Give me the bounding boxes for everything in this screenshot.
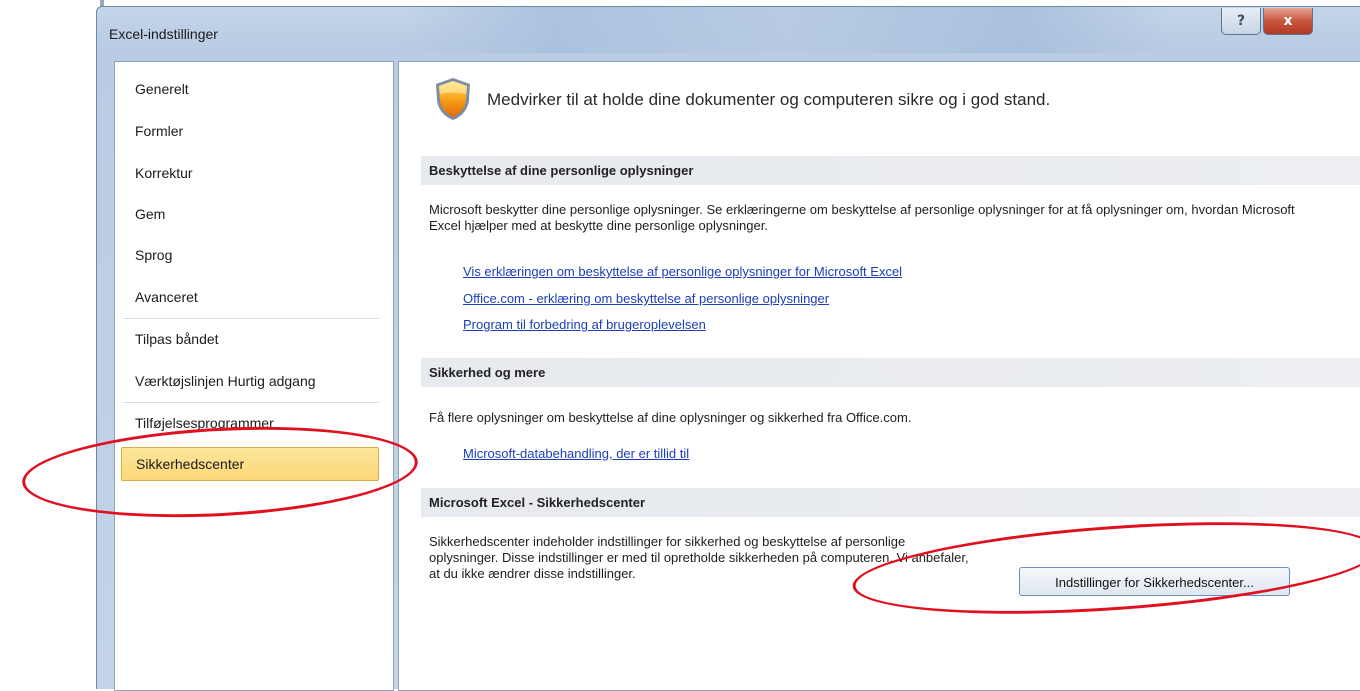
sidebar-item-sikkerhedscenter[interactable]: Sikkerhedscenter [121, 447, 379, 481]
page-header: Medvirker til at holde dine dokumenter o… [487, 90, 1051, 109]
sidebar-item-tilfoejelsesprogrammer[interactable]: Tilføjelsesprogrammer [121, 406, 379, 440]
sidebar-item-avanceret[interactable]: Avanceret [121, 280, 379, 314]
options-dialog: Excel-indstillinger ? x Generelt Formler… [96, 6, 1360, 691]
sidebar-item-gem[interactable]: Gem [121, 197, 379, 231]
sidebar-item-korrektur[interactable]: Korrektur [121, 156, 379, 190]
sidebar-separator [123, 318, 379, 319]
title-bar[interactable]: Excel-indstillinger ? x [97, 7, 1360, 57]
trust-center-panel: Medvirker til at holde dine dokumenter o… [398, 61, 1360, 691]
help-button[interactable]: ? [1221, 8, 1261, 35]
section-heading-privacy: Beskyttelse af dine personlige oplysning… [421, 156, 1360, 185]
shield-icon [436, 78, 470, 120]
sidebar-separator [123, 402, 379, 403]
security-description: Få flere oplysninger om beskyttelse af d… [429, 410, 912, 425]
sidebar-item-tilpas-baandet[interactable]: Tilpas båndet [121, 322, 379, 356]
sidebar-item-formler[interactable]: Formler [121, 114, 379, 148]
office-privacy-link[interactable]: Office.com - erklæring om beskyttelse af… [463, 291, 829, 306]
trustworthy-computing-link[interactable]: Microsoft-databehandling, der er tillid … [463, 446, 689, 461]
sidebar-item-sprog[interactable]: Sprog [121, 238, 379, 272]
privacy-statement-link[interactable]: Vis erklæringen om beskyttelse af person… [463, 264, 902, 279]
close-button[interactable]: x [1263, 8, 1313, 35]
ceip-link[interactable]: Program til forbedring af brugeroplevels… [463, 317, 706, 332]
section-heading-trust-center: Microsoft Excel - Sikkerhedscenter [421, 488, 1360, 517]
sidebar-item-hurtig-adgang[interactable]: Værktøjslinjen Hurtig adgang [121, 364, 379, 398]
sidebar-item-generelt[interactable]: Generelt [121, 72, 379, 106]
help-icon: ? [1236, 13, 1246, 29]
close-icon: x [1283, 13, 1293, 29]
background-ribbon-blur [397, 7, 1177, 53]
trust-center-description: Sikkerhedscenter indeholder indstillinge… [429, 534, 969, 581]
trust-center-settings-button[interactable]: Indstillinger for Sikkerhedscenter... [1019, 567, 1290, 596]
dialog-title: Excel-indstillinger [109, 26, 218, 42]
privacy-description: Microsoft beskytter dine personlige oply… [429, 202, 1295, 233]
section-heading-security: Sikkerhed og mere [421, 358, 1360, 387]
background-left [0, 0, 100, 688]
options-sidebar: Generelt Formler Korrektur Gem Sprog Ava… [114, 61, 394, 691]
